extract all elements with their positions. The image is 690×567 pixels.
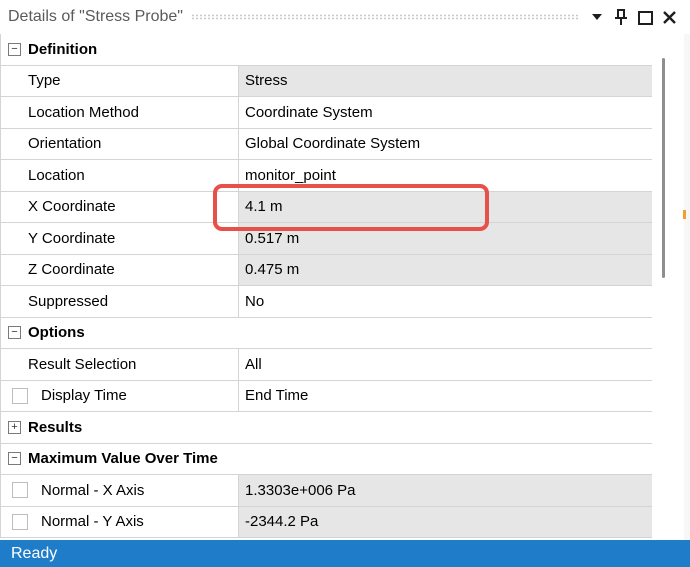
property-label: Location Method — [1, 97, 239, 128]
property-label: Z Coordinate — [1, 254, 239, 285]
drag-grip[interactable] — [190, 14, 578, 20]
adjacent-panel-edge — [684, 34, 690, 540]
property-label: Y Coordinate — [1, 223, 239, 254]
property-row-x-coordinate[interactable]: X Coordinate 4.1 m — [1, 191, 652, 223]
vertical-scrollbar[interactable] — [662, 58, 665, 278]
property-label: Suppressed — [1, 286, 239, 317]
property-row-result-selection[interactable]: Result Selection All — [1, 349, 652, 381]
chevron-down-icon[interactable] — [588, 8, 606, 26]
property-value[interactable]: 1.3303e+006 Pa — [239, 475, 652, 506]
property-label: Type — [1, 65, 239, 96]
details-panel: − Definition Type Stress Location Method … — [0, 34, 690, 540]
property-row-display-time[interactable]: Display Time End Time — [1, 380, 652, 412]
collapse-icon[interactable]: − — [8, 452, 21, 466]
property-value[interactable]: 0.475 m — [239, 254, 652, 285]
status-bar: Ready — [0, 540, 690, 567]
group-options[interactable]: − Options — [1, 317, 652, 349]
property-label: Display Time — [41, 387, 127, 405]
property-value[interactable]: 0.517 m — [239, 223, 652, 254]
parameter-checkbox[interactable] — [12, 513, 28, 530]
panel-title: Details of "Stress Probe" — [8, 8, 183, 25]
property-value[interactable]: Coordinate System — [239, 97, 652, 128]
property-value[interactable]: Stress — [239, 65, 652, 96]
property-value[interactable]: End Time — [239, 380, 652, 411]
property-row-orientation[interactable]: Orientation Global Coordinate System — [1, 128, 652, 160]
property-label-cell: Display Time — [1, 380, 239, 411]
property-value[interactable]: Global Coordinate System — [239, 128, 652, 159]
parameter-checkbox[interactable] — [12, 387, 28, 404]
close-icon[interactable] — [660, 8, 678, 26]
group-label: Maximum Value Over Time — [28, 450, 218, 468]
property-row-normal-x-axis[interactable]: Normal - X Axis 1.3303e+006 Pa — [1, 475, 652, 507]
property-value[interactable]: -2344.2 Pa — [239, 506, 652, 537]
property-value[interactable]: monitor_point — [239, 160, 652, 191]
group-label: Options — [28, 324, 85, 342]
group-results[interactable]: + Results — [1, 412, 652, 444]
property-row-suppressed[interactable]: Suppressed No — [1, 286, 652, 318]
property-value[interactable]: No — [239, 286, 652, 317]
expand-icon[interactable]: + — [8, 420, 21, 434]
property-label: Orientation — [1, 128, 239, 159]
property-row-z-coordinate[interactable]: Z Coordinate 0.475 m — [1, 254, 652, 286]
property-row-normal-y-axis[interactable]: Normal - Y Axis -2344.2 Pa — [1, 506, 652, 538]
property-value[interactable]: 4.1 m — [239, 191, 652, 222]
group-label: Results — [28, 418, 83, 436]
group-definition[interactable]: − Definition — [1, 34, 652, 66]
parameter-checkbox[interactable] — [12, 482, 28, 499]
property-row-y-coordinate[interactable]: Y Coordinate 0.517 m — [1, 223, 652, 255]
property-value[interactable]: All — [239, 349, 652, 380]
property-label-cell: Normal - Y Axis — [1, 506, 239, 537]
property-row-type[interactable]: Type Stress — [1, 65, 652, 97]
property-label: Result Selection — [1, 349, 239, 380]
property-grid: − Definition Type Stress Location Method … — [0, 34, 652, 538]
pin-icon[interactable] — [612, 8, 630, 26]
property-row-location-method[interactable]: Location Method Coordinate System — [1, 97, 652, 129]
property-label: Normal - X Axis — [41, 481, 145, 499]
property-label: Normal - Y Axis — [41, 513, 144, 531]
window-controls — [588, 8, 678, 26]
collapse-icon[interactable]: − — [8, 42, 21, 56]
property-label: Location — [1, 160, 239, 191]
collapse-icon[interactable]: − — [8, 326, 21, 340]
group-maximum-value-over-time[interactable]: − Maximum Value Over Time — [1, 443, 652, 475]
property-label: X Coordinate — [1, 191, 239, 222]
status-text: Ready — [11, 544, 58, 562]
group-label: Definition — [28, 40, 98, 58]
property-label-cell: Normal - X Axis — [1, 475, 239, 506]
maximize-icon[interactable] — [636, 8, 654, 26]
details-titlebar: Details of "Stress Probe" — [0, 0, 690, 34]
adjacent-panel-marker — [683, 210, 686, 219]
property-row-location[interactable]: Location monitor_point — [1, 160, 652, 192]
